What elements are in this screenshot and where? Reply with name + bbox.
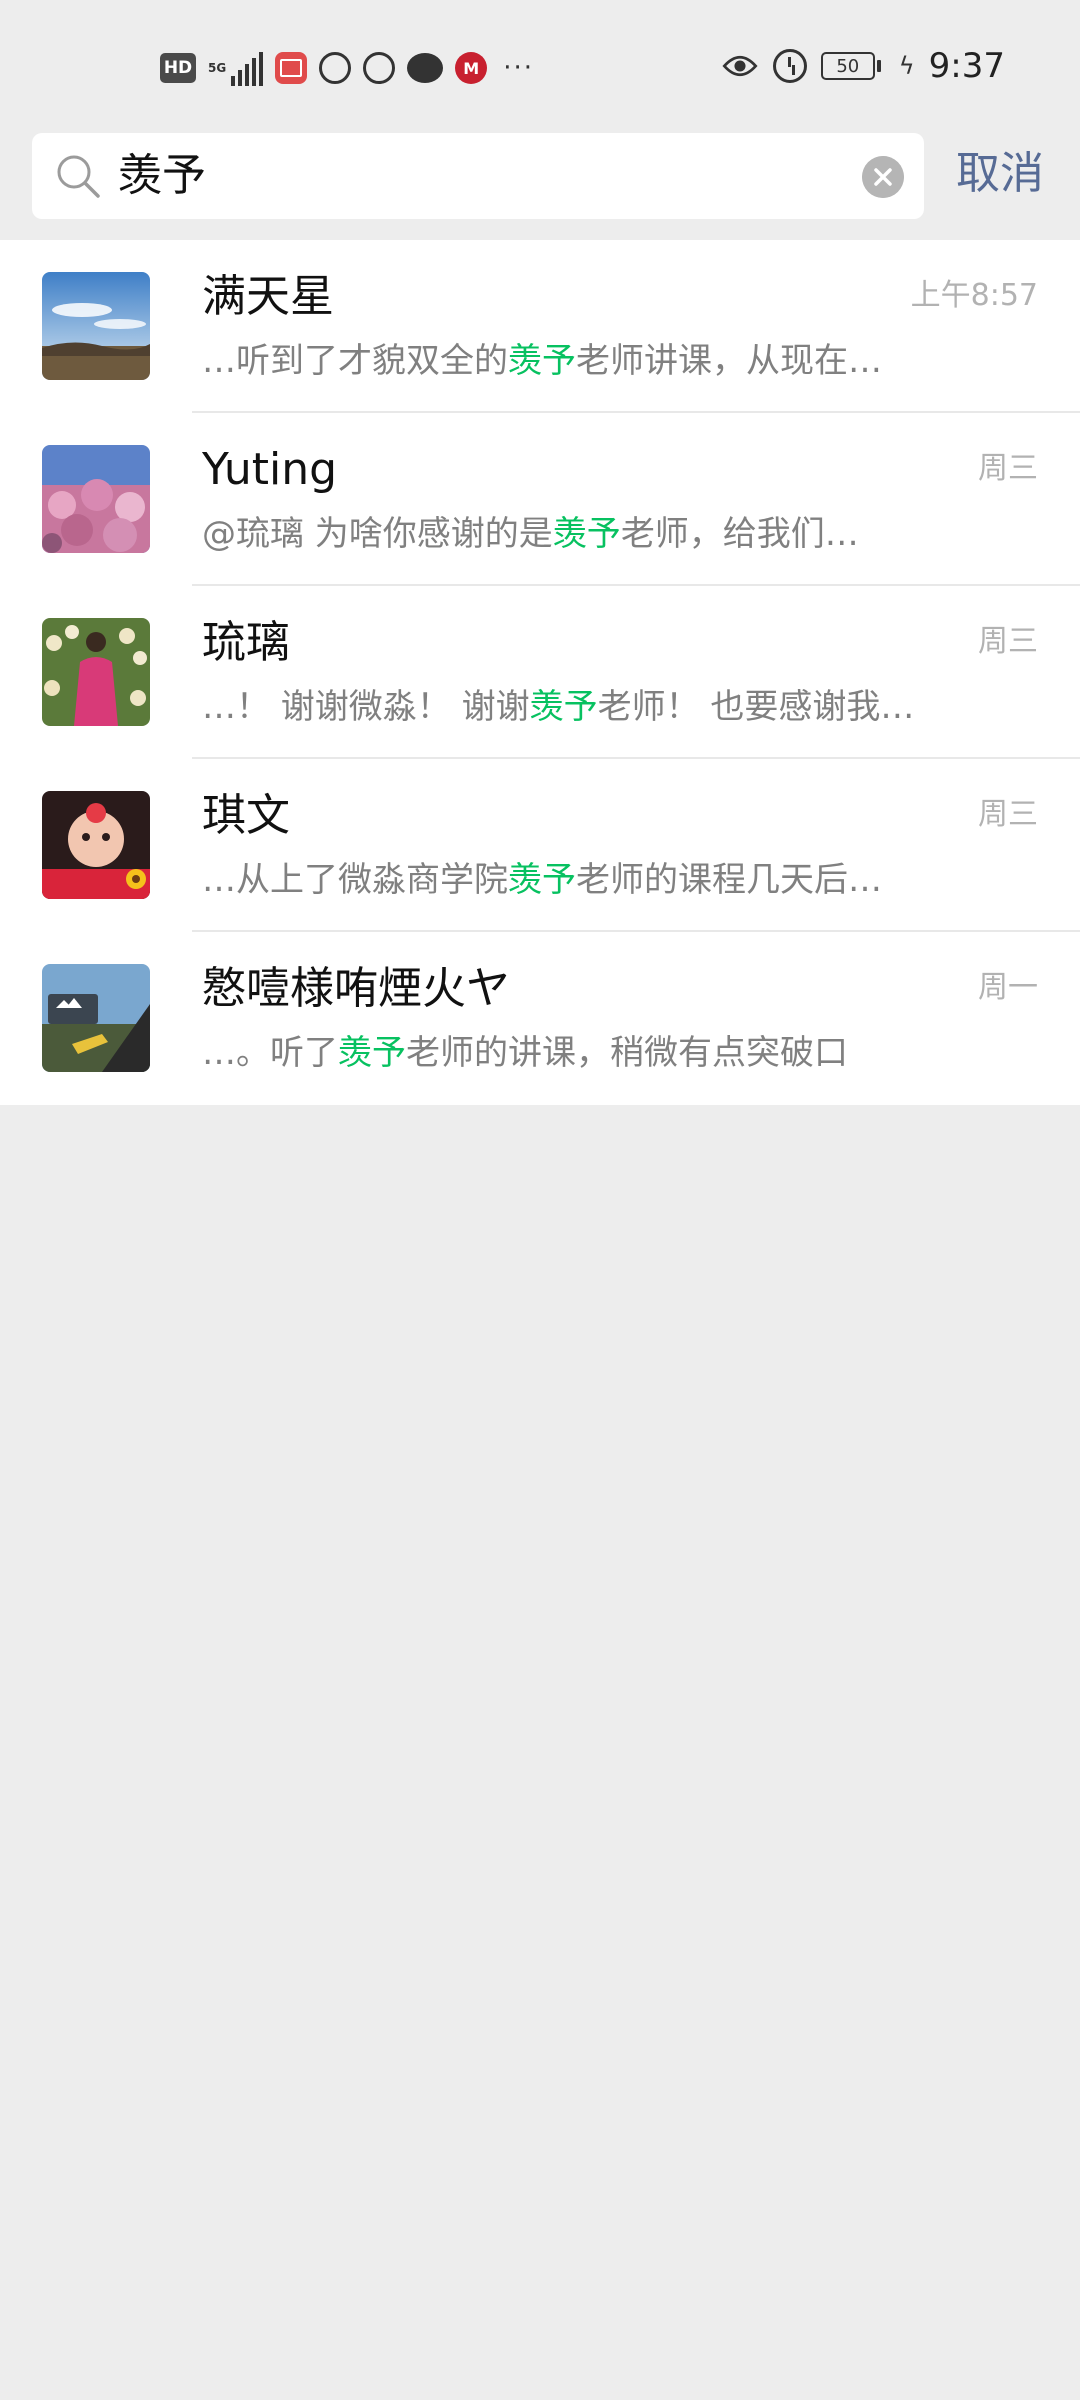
avatar (42, 272, 150, 380)
hd-icon: HD (160, 53, 196, 83)
snippet-text: …听到了才貌双全的 (202, 341, 508, 381)
chat-time: 周三 (978, 451, 1038, 486)
search-icon (57, 155, 100, 198)
chat-icon (407, 53, 444, 83)
search-match: 羡予 (338, 1033, 406, 1073)
search-match: 羡予 (529, 687, 598, 727)
result-row[interactable]: Yuting 周三 @琉璃 为啥你感谢的是羡予老师，给我们… (0, 413, 1080, 586)
result-row[interactable]: 满天星 上午8:57 …听到了才貌双全的羡予老师讲课，从现在… (0, 240, 1080, 413)
avatar (42, 445, 150, 553)
search-match: 羡予 (508, 341, 576, 381)
clear-icon[interactable] (862, 156, 904, 198)
snippet-text: 老师讲课，从现在… (576, 341, 882, 381)
chat-time: 周三 (978, 797, 1038, 832)
snippet-text: 老师，给我们… (620, 514, 859, 554)
search-match: 羡予 (508, 860, 576, 900)
chat-time: 周一 (978, 970, 1038, 1005)
snippet-text: …从上了微淼商学院 (202, 860, 508, 900)
status-bar: HD 5G M ··· 50 ϟ 9:37 (0, 0, 1080, 125)
search-match: 羡予 (552, 514, 621, 554)
search-header: 羡予 取消 (0, 125, 1080, 240)
search-input[interactable]: 羡予 (32, 133, 924, 219)
search-query[interactable]: 羡予 (118, 147, 206, 205)
chat-name: Yuting (202, 444, 338, 495)
eye-icon (722, 55, 758, 77)
search-results-list: 满天星 上午8:57 …听到了才貌双全的羡予老师讲课，从现在… Yuting 周… (0, 240, 1080, 1105)
avatar (42, 791, 150, 899)
snippet-text: 老师的课程几天后… (576, 860, 882, 900)
avatar (42, 618, 150, 726)
snippet-text: …！ 谢谢微淼！ 谢谢 (202, 687, 530, 727)
result-row[interactable]: 琉璃 周三 …！ 谢谢微淼！ 谢谢羡予老师！ 也要感谢我… (0, 586, 1080, 759)
message-snippet: …！ 谢谢微淼！ 谢谢羡予老师！ 也要感谢我… (202, 682, 1032, 732)
chat-time: 上午8:57 (910, 278, 1038, 313)
message-snippet: …从上了微淼商学院羡予老师的课程几天后… (202, 855, 1032, 905)
chat-time: 周三 (978, 624, 1038, 659)
status-bar-right: 50 ϟ 9:37 (721, 44, 1005, 88)
snippet-text: 老师的讲课，稍微有点突破口 (406, 1033, 848, 1073)
alarm-icon (363, 52, 396, 84)
cancel-button[interactable]: 取消 (956, 145, 1044, 203)
clock-time: 9:37 (928, 46, 1005, 86)
network-type-label: 5G (208, 61, 227, 75)
battery-icon: 50 (820, 52, 881, 80)
chat-name: 琉璃 (202, 617, 290, 668)
metro-icon: M (455, 52, 488, 84)
message-snippet: …听到了才貌双全的羡予老师讲课，从现在… (202, 336, 1032, 386)
chat-name: 满天星 (202, 271, 334, 322)
snippet-text: @琉璃 为啥你感谢的是 (202, 514, 553, 554)
status-bar-left: HD 5G M ··· (160, 46, 534, 90)
snippet-text: …。听了 (202, 1033, 338, 1073)
reader-app-icon (275, 52, 308, 84)
more-icon: ··· (503, 53, 534, 83)
alarm-clock-icon (772, 49, 807, 83)
message-snippet: @琉璃 为啥你感谢的是羡予老师，给我们… (202, 509, 1032, 559)
result-row[interactable]: 㦘噎様哊煙火ヤ 周一 …。听了羡予老师的讲课，稍微有点突破口 (0, 932, 1080, 1105)
hand-icon (319, 52, 352, 84)
snippet-text: 老师！ 也要感谢我… (597, 687, 915, 727)
charging-icon: ϟ (898, 52, 915, 80)
avatar (42, 964, 150, 1072)
battery-level: 50 (820, 52, 875, 80)
result-row[interactable]: 琪文 周三 …从上了微淼商学院羡予老师的课程几天后… (0, 759, 1080, 932)
signal-icon: 5G (208, 50, 264, 86)
message-snippet: …。听了羡予老师的讲课，稍微有点突破口 (202, 1028, 1032, 1078)
chat-name: 琪文 (202, 790, 290, 841)
chat-name: 㦘噎様哊煙火ヤ (202, 963, 510, 1014)
